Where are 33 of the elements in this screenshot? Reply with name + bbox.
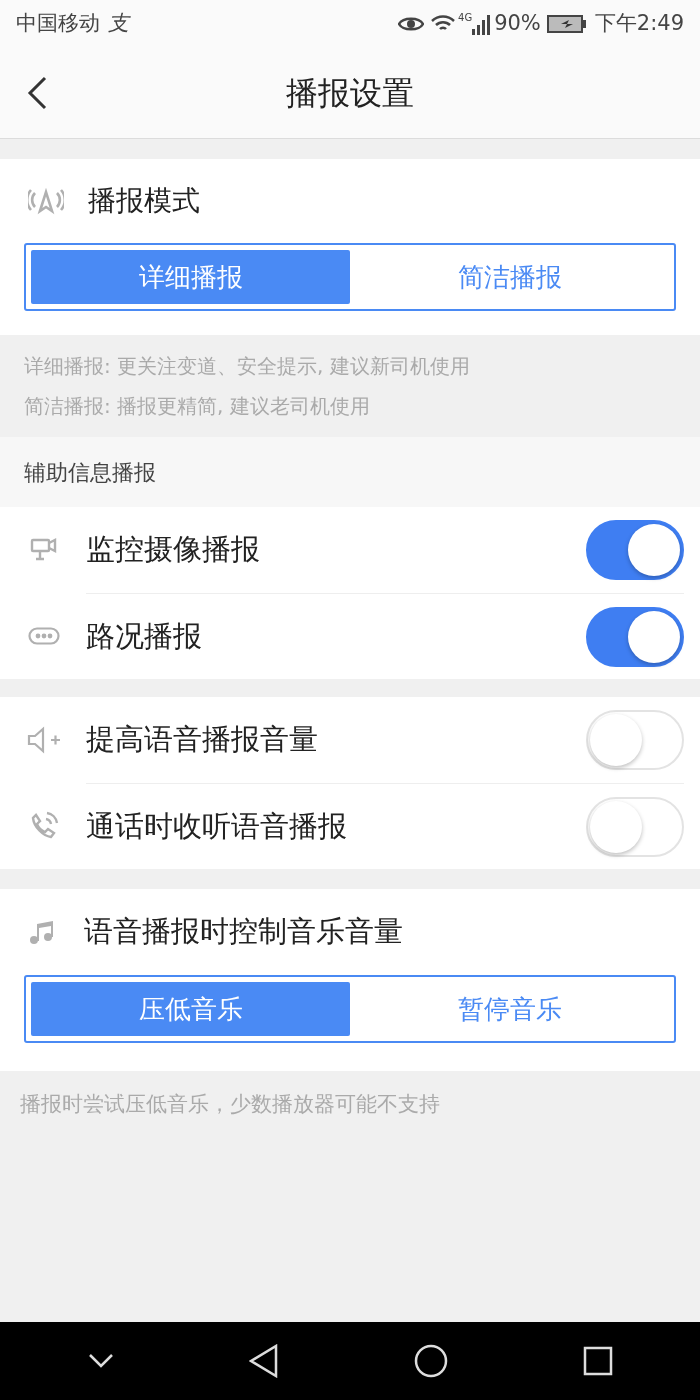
- network-type: 4G: [458, 11, 473, 25]
- segment-tab[interactable]: 压低音乐: [31, 982, 350, 1036]
- toggle-switch[interactable]: [586, 520, 684, 580]
- setting-label: 路况播报: [86, 617, 203, 655]
- page-title: 播报设置: [286, 73, 414, 114]
- section-title: 播报模式: [88, 183, 200, 219]
- setting-label: 监控摄像播报: [86, 531, 261, 569]
- carrier-name: 中国移动: [16, 10, 100, 38]
- volume-up-icon: [27, 726, 61, 754]
- notification-glyph: 支: [108, 10, 129, 38]
- eye-icon: [398, 15, 424, 33]
- setting-label: 通话时收听语音播报: [86, 807, 348, 845]
- battery-charging-icon: [546, 14, 587, 34]
- setting-label: 提高语音播报音量: [86, 721, 319, 759]
- signal-icon: [472, 13, 493, 35]
- camera-icon: [30, 537, 58, 563]
- phone-icon: [29, 811, 59, 841]
- home-circle-icon[interactable]: [413, 1344, 448, 1378]
- hint-text: 详细播报: 更关注变道、安全提示, 建议新司机使用: [24, 353, 471, 380]
- recents-square-icon[interactable]: [582, 1346, 613, 1376]
- back-icon[interactable]: [26, 76, 48, 110]
- back-triangle-icon[interactable]: [248, 1344, 279, 1378]
- segment-tab[interactable]: 详细播报: [31, 250, 350, 304]
- ellipsis-icon: [28, 627, 60, 645]
- clock-time: 下午2:49: [594, 10, 684, 38]
- section-label: 辅助信息播报: [24, 458, 156, 487]
- music-note-icon: [28, 918, 56, 946]
- battery-percent: 90%: [494, 10, 541, 38]
- hint-text: 播报时尝试压低音乐，少数播放器可能不支持: [20, 1092, 440, 1116]
- navigation-signal-icon: [28, 187, 64, 215]
- hint-text: 简洁播报: 播报更精简, 建议老司机使用: [24, 393, 371, 420]
- chevron-down-icon[interactable]: [87, 1353, 114, 1369]
- section-title: 语音播报时控制音乐音量: [84, 913, 403, 951]
